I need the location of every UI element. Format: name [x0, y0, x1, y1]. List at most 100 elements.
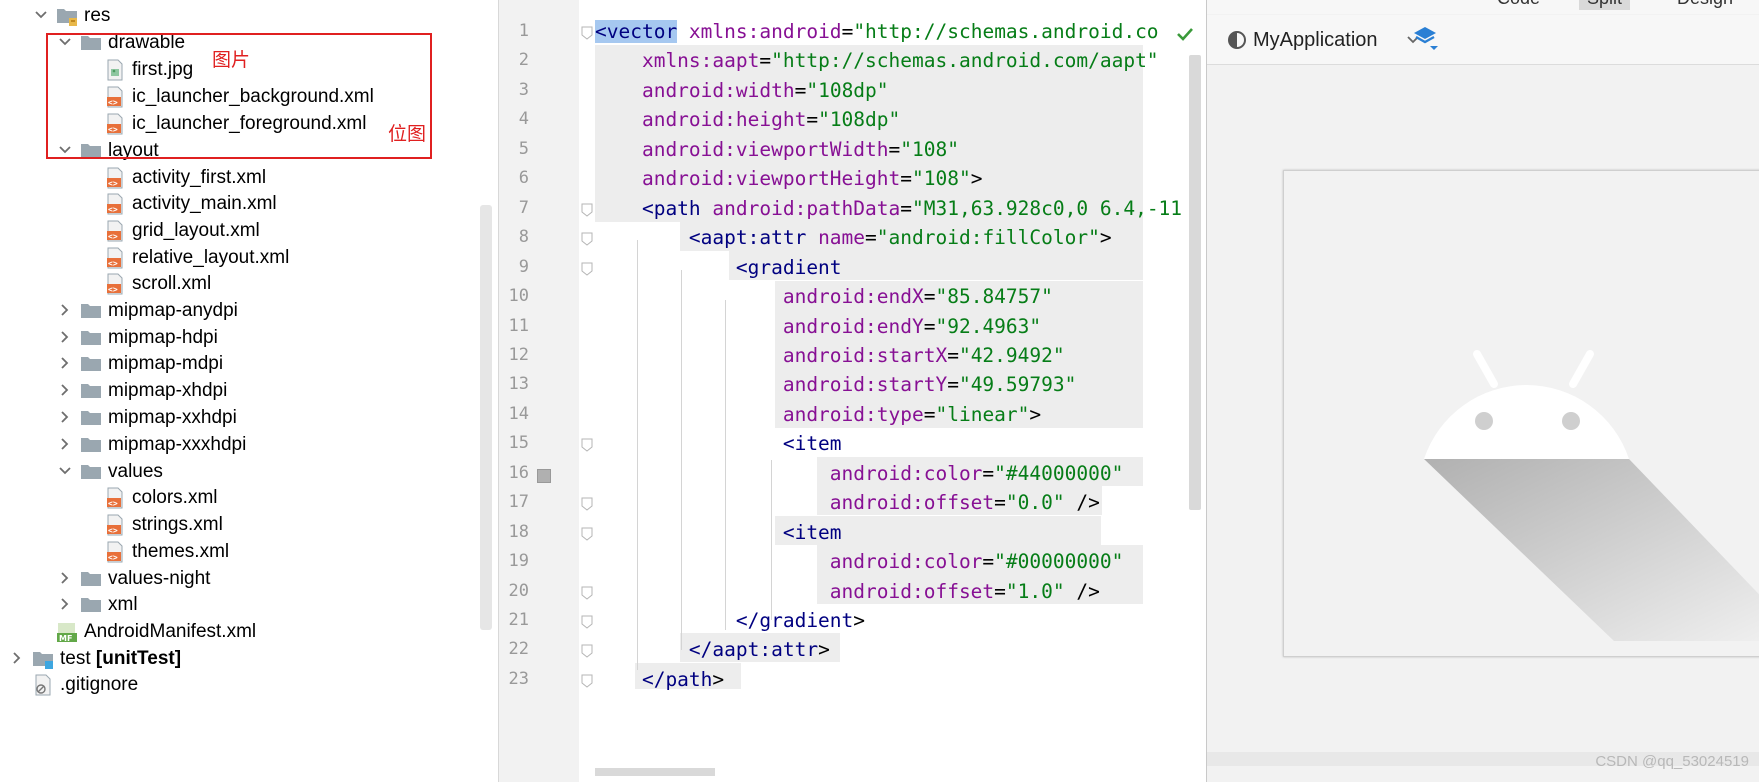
- code-token: "49.59793": [958, 373, 1077, 397]
- tab-design[interactable]: Design: [1677, 0, 1733, 10]
- code-line[interactable]: android:type="linear">: [595, 398, 1041, 431]
- code-line[interactable]: android:viewportWidth="108": [595, 133, 959, 166]
- tree-row[interactable]: mipmap-xxxhdpi: [0, 430, 470, 460]
- tree-row[interactable]: <> strings.xml: [0, 510, 470, 540]
- code-line[interactable]: <gradient: [595, 251, 842, 284]
- app-selector-label: MyApplication: [1253, 29, 1378, 51]
- tree-row[interactable]: xml: [0, 590, 470, 620]
- fold-marker-icon[interactable]: [581, 26, 593, 40]
- code-editor[interactable]: 1 2 3 4 5 6 7 8 9 10 11 12 13 14 15 16 17 18 19 20 21 22 23 <v…: [499, 0, 1206, 782]
- code-token: "http://schemas.android.com/aapt": [771, 49, 1159, 73]
- chevron-right-icon[interactable]: [58, 430, 74, 460]
- tree-row[interactable]: <> themes.xml: [0, 537, 470, 567]
- annotation-vector-note: 位图: [388, 123, 427, 145]
- fold-marker-icon[interactable]: [581, 438, 593, 452]
- chevron-down-icon[interactable]: [34, 1, 50, 31]
- tree-row[interactable]: mipmap-xhdpi: [0, 376, 470, 406]
- code-line[interactable]: android:startX="42.9492": [595, 339, 1065, 372]
- code-line[interactable]: <vector xmlns:android="http://schemas.an…: [595, 15, 1159, 48]
- tree-item-label: mipmap-xhdpi: [108, 376, 227, 406]
- code-line[interactable]: <path android:pathData="M31,63.928c0,0 6…: [595, 192, 1182, 225]
- code-token: <item: [595, 432, 842, 456]
- code-line[interactable]: android:height="108dp": [595, 103, 900, 136]
- fold-marker-icon[interactable]: [581, 232, 593, 246]
- tree-item-name: colors.xml: [132, 487, 218, 508]
- tab-code[interactable]: Code: [1497, 0, 1540, 10]
- code-token: =: [888, 137, 901, 161]
- code-token: =: [994, 491, 1006, 515]
- code-line[interactable]: android:startY="49.59793": [595, 368, 1077, 401]
- fold-marker-icon[interactable]: [581, 644, 593, 659]
- code-token: name: [806, 226, 866, 250]
- layers-icon[interactable]: [1412, 24, 1438, 50]
- code-token: android:endX: [595, 285, 924, 309]
- fold-marker-icon[interactable]: [581, 497, 593, 511]
- code-line[interactable]: <item: [595, 516, 842, 549]
- code-token: >: [853, 609, 866, 632]
- tree-row[interactable]: <> activity_main.xml: [0, 189, 470, 219]
- tree-row[interactable]: mipmap-xxhdpi: [0, 403, 470, 433]
- code-token: =: [923, 402, 936, 426]
- tree-item-label: themes.xml: [132, 537, 229, 567]
- tree-row[interactable]: mipmap-mdpi: [0, 349, 470, 379]
- code-line[interactable]: </aapt:attr>: [595, 633, 830, 666]
- code-line[interactable]: android:color="#44000000": [595, 457, 1124, 490]
- tab-split[interactable]: Split: [1579, 0, 1631, 10]
- code-line[interactable]: android:offset="1.0" />: [595, 575, 1100, 608]
- code-line[interactable]: </gradient>: [595, 604, 865, 637]
- code-token: "linear": [935, 402, 1030, 426]
- code-line[interactable]: android:color="#00000000": [595, 545, 1124, 578]
- code-line[interactable]: android:viewportHeight="108">: [595, 162, 983, 195]
- folder-icon: [80, 461, 102, 483]
- code-token: "M31,63.928c0,0 6.4,-11: [912, 196, 1183, 220]
- chevron-right-icon[interactable]: [58, 296, 74, 326]
- code-token: "http://schemas.android.co: [853, 20, 1159, 43]
- tree-row[interactable]: <> colors.xml: [0, 483, 470, 513]
- line-number: 18: [508, 521, 529, 542]
- code-line[interactable]: android:endY="92.4963": [595, 310, 1041, 343]
- tree-row[interactable]: <> grid_layout.xml: [0, 216, 470, 246]
- tree-item-name: activity_main.xml: [132, 193, 277, 214]
- tree-row[interactable]: <> scroll.xml: [0, 269, 470, 299]
- code-area[interactable]: <vector xmlns:android="http://schemas.an…: [595, 0, 1206, 782]
- line-number: 10: [508, 286, 529, 307]
- vector-preview-canvas: [1283, 170, 1759, 657]
- xml-file-icon: <>: [104, 514, 126, 536]
- code-token: "#44000000": [994, 461, 1124, 485]
- code-token: android:viewportHeight: [595, 167, 901, 191]
- editor-horizontal-scrollbar[interactable]: [595, 768, 715, 776]
- tree-item-name: res: [84, 5, 111, 26]
- chevron-right-icon[interactable]: [58, 376, 74, 406]
- fold-marker-icon[interactable]: [581, 262, 593, 276]
- code-line[interactable]: <item: [595, 427, 842, 460]
- code-token: android:endY: [595, 314, 924, 338]
- fold-marker-icon[interactable]: [581, 203, 593, 217]
- code-token: <aapt:attr: [595, 226, 807, 250]
- code-line[interactable]: </path>: [595, 663, 724, 696]
- inspection-ok-icon[interactable]: [1176, 26, 1194, 42]
- tree-row[interactable]: res: [0, 1, 470, 31]
- fold-marker-icon[interactable]: [581, 615, 593, 629]
- tree-row[interactable]: .gitignore: [0, 670, 470, 700]
- color-swatch-icon[interactable]: [537, 468, 551, 483]
- chevron-right-icon[interactable]: [58, 590, 74, 620]
- code-line[interactable]: android:width="108dp": [595, 74, 889, 107]
- tree-item-name: scroll.xml: [132, 273, 212, 294]
- fold-marker-icon[interactable]: [581, 586, 593, 600]
- chevron-right-icon[interactable]: [58, 403, 74, 433]
- fold-marker-icon[interactable]: [581, 674, 593, 688]
- tree-row[interactable]: MF AndroidManifest.xml: [0, 617, 470, 647]
- code-line[interactable]: xmlns:aapt="http://schemas.android.com/a…: [595, 44, 1159, 77]
- code-line[interactable]: android:endX="85.84757": [595, 280, 1053, 313]
- code-token: android:offset: [595, 579, 995, 603]
- fold-marker-icon[interactable]: [581, 527, 593, 541]
- xml-file-icon: <>: [104, 487, 126, 509]
- code-line[interactable]: <aapt:attr name="android:fillColor">: [595, 221, 1112, 254]
- editor-scrollbar[interactable]: [1189, 55, 1201, 510]
- tree-item-name: xml: [108, 594, 138, 615]
- tree-scrollbar[interactable]: [480, 205, 492, 630]
- code-line[interactable]: android:offset="0.0" />: [595, 486, 1100, 519]
- chevron-right-icon[interactable]: [58, 349, 74, 379]
- tree-row[interactable]: mipmap-anydpi: [0, 296, 470, 326]
- code-token: =: [841, 20, 854, 43]
